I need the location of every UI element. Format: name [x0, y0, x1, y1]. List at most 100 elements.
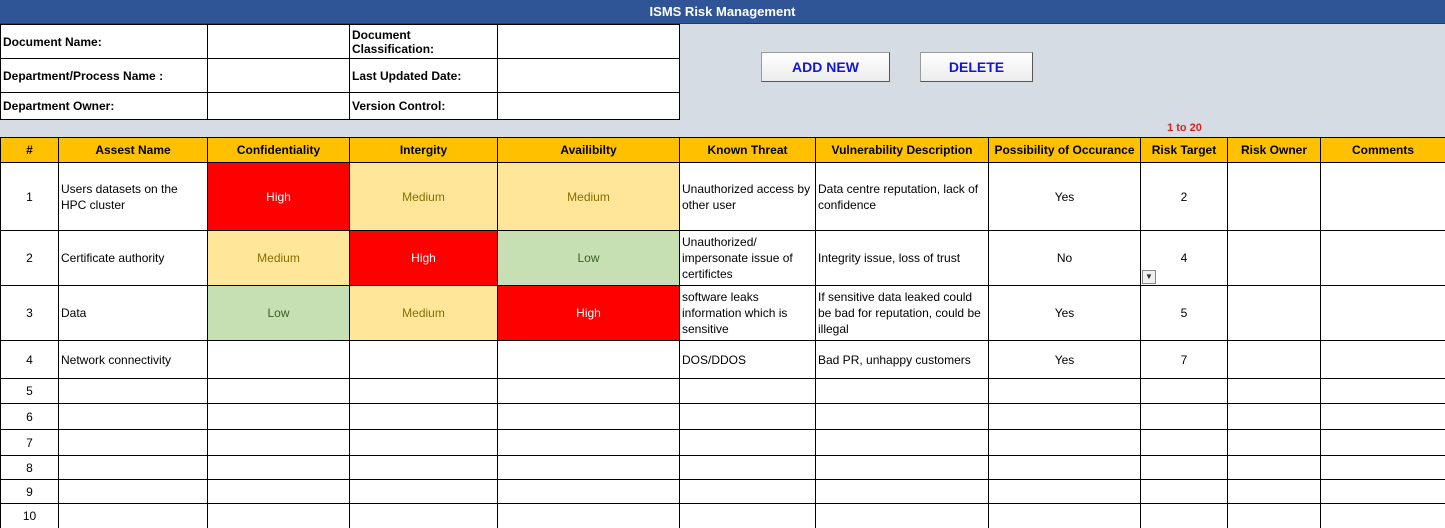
risk-owner-cell[interactable] [1227, 378, 1321, 404]
possibility-of-occurrence-cell[interactable] [988, 455, 1141, 480]
confidentiality-cell[interactable] [207, 503, 350, 528]
vulnerability-description-cell[interactable] [815, 479, 989, 504]
vulnerability-description-cell[interactable]: Bad PR, unhappy customers [815, 340, 989, 379]
possibility-of-occurrence-cell[interactable]: No [988, 230, 1141, 286]
risk-owner-cell[interactable] [1227, 162, 1321, 231]
known-threat-cell[interactable]: software leaks information which is sens… [679, 285, 816, 341]
availability-cell[interactable] [497, 403, 680, 430]
dropdown-arrow-icon[interactable]: ▼ [1142, 270, 1156, 284]
availability-cell[interactable]: Medium [497, 162, 680, 231]
vulnerability-description-cell[interactable]: If sensitive data leaked could be bad fo… [815, 285, 989, 341]
availability-cell[interactable] [497, 378, 680, 404]
integrity-cell[interactable] [349, 403, 498, 430]
comments-cell[interactable] [1320, 285, 1445, 341]
possibility-of-occurrence-cell[interactable] [988, 403, 1141, 430]
confidentiality-cell[interactable]: High [207, 162, 350, 231]
availability-cell[interactable]: High [497, 285, 680, 341]
asset-name-cell[interactable] [58, 403, 208, 430]
possibility-of-occurrence-cell[interactable] [988, 503, 1141, 528]
comments-cell[interactable] [1320, 503, 1445, 528]
comments-cell[interactable] [1320, 378, 1445, 404]
risk-target-cell[interactable] [1140, 503, 1228, 528]
confidentiality-cell[interactable] [207, 429, 350, 456]
possibility-of-occurrence-cell[interactable]: Yes [988, 285, 1141, 341]
row-number-cell[interactable]: 2 [0, 230, 59, 286]
risk-owner-cell[interactable] [1227, 403, 1321, 430]
confidentiality-cell[interactable] [207, 403, 350, 430]
confidentiality-cell[interactable]: Low [207, 285, 350, 341]
risk-target-cell[interactable] [1140, 479, 1228, 504]
risk-owner-cell[interactable] [1227, 429, 1321, 456]
known-threat-cell[interactable] [679, 429, 816, 456]
vulnerability-description-cell[interactable] [815, 378, 989, 404]
confidentiality-cell[interactable] [207, 378, 350, 404]
header-risk-owner[interactable]: Risk Owner [1227, 137, 1321, 163]
risk-target-cell[interactable]: 2 [1140, 162, 1228, 231]
possibility-of-occurrence-cell[interactable] [988, 479, 1141, 504]
vulnerability-description-cell[interactable] [815, 455, 989, 480]
risk-target-cell[interactable]: 5 [1140, 285, 1228, 341]
integrity-cell[interactable] [349, 479, 498, 504]
comments-cell[interactable] [1320, 429, 1445, 456]
risk-target-cell[interactable] [1140, 378, 1228, 404]
header-vulnerability-description[interactable]: Vulnerability Description [815, 137, 989, 163]
row-number-cell[interactable]: 4 [0, 340, 59, 379]
vulnerability-description-cell[interactable] [815, 429, 989, 456]
header-comments[interactable]: Comments [1320, 137, 1445, 163]
row-number-cell[interactable]: 7 [0, 429, 59, 456]
availability-cell[interactable] [497, 340, 680, 379]
asset-name-cell[interactable] [58, 378, 208, 404]
risk-owner-cell[interactable] [1227, 455, 1321, 480]
possibility-of-occurrence-cell[interactable] [988, 429, 1141, 456]
risk-owner-cell[interactable] [1227, 230, 1321, 286]
risk-owner-cell[interactable] [1227, 285, 1321, 341]
asset-name-cell[interactable] [58, 503, 208, 528]
department-process-cell[interactable] [207, 58, 350, 93]
comments-cell[interactable] [1320, 479, 1445, 504]
integrity-cell[interactable] [349, 503, 498, 528]
integrity-cell[interactable] [349, 340, 498, 379]
known-threat-cell[interactable] [679, 403, 816, 430]
row-number-cell[interactable]: 8 [0, 455, 59, 480]
confidentiality-cell[interactable] [207, 340, 350, 379]
row-number-cell[interactable]: 3 [0, 285, 59, 341]
comments-cell[interactable] [1320, 340, 1445, 379]
row-number-cell[interactable]: 5 [0, 378, 59, 404]
header-asset-name[interactable]: Assest Name [58, 137, 208, 163]
known-threat-cell[interactable] [679, 378, 816, 404]
document-name-cell[interactable] [207, 24, 350, 59]
availability-cell[interactable] [497, 503, 680, 528]
known-threat-cell[interactable]: Unauthorized access by other user [679, 162, 816, 231]
risk-owner-cell[interactable] [1227, 479, 1321, 504]
department-owner-cell[interactable] [207, 92, 350, 120]
header-availability[interactable]: Availibilty [497, 137, 680, 163]
risk-target-cell[interactable] [1140, 455, 1228, 480]
last-updated-cell[interactable] [497, 58, 680, 93]
integrity-cell[interactable]: High [349, 230, 498, 286]
availability-cell[interactable] [497, 455, 680, 480]
risk-target-cell[interactable]: 7 [1140, 340, 1228, 379]
confidentiality-cell[interactable] [207, 455, 350, 480]
header-number[interactable]: # [0, 137, 59, 163]
asset-name-cell[interactable] [58, 479, 208, 504]
document-classification-cell[interactable] [497, 24, 680, 59]
known-threat-cell[interactable] [679, 455, 816, 480]
integrity-cell[interactable] [349, 378, 498, 404]
integrity-cell[interactable] [349, 455, 498, 480]
availability-cell[interactable] [497, 429, 680, 456]
confidentiality-cell[interactable]: Medium [207, 230, 350, 286]
risk-target-cell[interactable] [1140, 403, 1228, 430]
asset-name-cell[interactable]: Data [58, 285, 208, 341]
comments-cell[interactable] [1320, 230, 1445, 286]
possibility-of-occurrence-cell[interactable]: Yes [988, 340, 1141, 379]
vulnerability-description-cell[interactable]: Data centre reputation, lack of confiden… [815, 162, 989, 231]
row-number-cell[interactable]: 6 [0, 403, 59, 430]
vulnerability-description-cell[interactable] [815, 503, 989, 528]
integrity-cell[interactable]: Medium [349, 285, 498, 341]
possibility-of-occurrence-cell[interactable]: Yes [988, 162, 1141, 231]
version-control-cell[interactable] [497, 92, 680, 120]
known-threat-cell[interactable]: Unauthorized/ impersonate issue of certi… [679, 230, 816, 286]
row-number-cell[interactable]: 1 [0, 162, 59, 231]
integrity-cell[interactable] [349, 429, 498, 456]
asset-name-cell[interactable]: Certificate authority [58, 230, 208, 286]
